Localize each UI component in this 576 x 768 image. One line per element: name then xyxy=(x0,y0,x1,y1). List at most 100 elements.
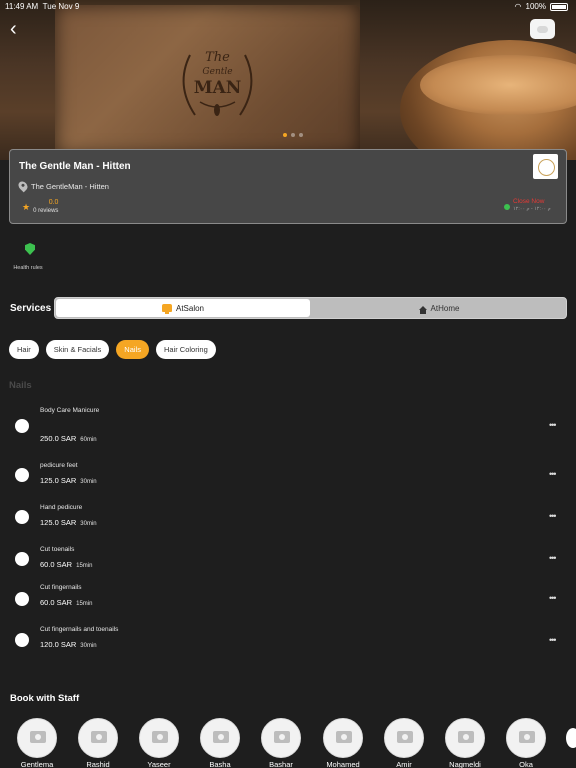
more-options-icon[interactable]: ••• xyxy=(549,511,557,521)
service-price: 125.0 SAR xyxy=(40,518,77,527)
salon-location-text: The GentleMan - Hitten xyxy=(31,181,109,191)
share-button[interactable] xyxy=(530,19,555,39)
carousel-dot[interactable] xyxy=(299,133,303,137)
status-time: 11:49 AM Tue Nov 9 xyxy=(5,2,80,11)
category-chip-hair-coloring[interactable]: Hair Coloring xyxy=(155,340,216,359)
status-hours: م ١٢:٠٠ - م ١٢:٠٠ xyxy=(513,206,551,212)
staff-name: Nagmeldi xyxy=(449,760,481,768)
status-right: ◠ 100% xyxy=(515,2,568,11)
open-status: Close Now م ١٢:٠٠ - م ١٢:٠٠ xyxy=(504,198,551,213)
camera-icon xyxy=(519,731,535,743)
avatar xyxy=(17,718,57,758)
service-price: 60.0 SAR xyxy=(40,560,73,569)
avatar xyxy=(139,718,179,758)
staff-name: Gentlema xyxy=(20,760,54,768)
gentleman-logo: The Gentle MAN xyxy=(170,40,265,125)
carousel-dots[interactable] xyxy=(283,133,303,137)
service-duration: 60min xyxy=(80,437,97,443)
logo-text-the: The xyxy=(205,50,230,65)
camera-icon xyxy=(336,731,352,743)
logo-text-man: MAN xyxy=(193,78,242,98)
service-name: Cut toenails xyxy=(40,546,75,553)
carousel-dot[interactable] xyxy=(291,133,295,137)
staff-name: Amir xyxy=(396,760,412,768)
carousel-dot[interactable] xyxy=(283,133,287,137)
service-radio[interactable] xyxy=(15,419,29,433)
category-chip-skin-facials[interactable]: Skin & Facials xyxy=(45,340,110,359)
staff-member[interactable]: Oka xyxy=(505,718,547,768)
battery-icon xyxy=(550,2,568,11)
salon-name: The Gentle Man - Hitten xyxy=(19,161,131,172)
avatar xyxy=(506,718,546,758)
service-duration: 30min xyxy=(80,521,97,527)
staff-name: Mohamed xyxy=(326,760,360,768)
health-rules[interactable]: Health rules xyxy=(11,243,49,271)
service-name: Cut fingernails and toenails xyxy=(40,626,119,633)
staff-name: Bashar xyxy=(269,760,293,768)
hero-image: The Gentle MAN xyxy=(0,0,576,160)
staff-member[interactable]: Nagmeldi xyxy=(444,718,486,768)
salon-info-card[interactable]: The Gentle Man - Hitten The GentleMan - … xyxy=(9,149,567,224)
service-price: 250.0 SAR xyxy=(40,434,77,443)
camera-icon xyxy=(213,731,229,743)
service-radio[interactable] xyxy=(15,633,29,647)
shield-icon xyxy=(25,243,35,255)
more-options-icon[interactable]: ••• xyxy=(549,469,557,479)
service-duration: 30min xyxy=(80,479,97,485)
at-salon-label: AtSalon xyxy=(175,303,205,313)
service-duration: 15min xyxy=(76,601,93,607)
salon-location[interactable]: The GentleMan - Hitten xyxy=(16,179,109,193)
services-title: Services xyxy=(10,303,52,314)
service-radio[interactable] xyxy=(15,468,29,482)
service-radio[interactable] xyxy=(15,510,29,524)
back-button[interactable]: ‹ xyxy=(10,18,28,40)
salon-rating[interactable]: ★ 0.0 0 reviews xyxy=(22,199,58,215)
status-dot-icon xyxy=(504,204,510,210)
more-options-icon[interactable]: ••• xyxy=(549,420,557,430)
section-label: Nails xyxy=(9,380,32,391)
staff-member[interactable]: Gentlema xyxy=(16,718,58,768)
service-name: Cut fingernails xyxy=(40,584,82,591)
category-chip-hair[interactable]: Hair xyxy=(9,340,39,359)
service-name: Hand pedicure xyxy=(40,504,83,511)
camera-icon xyxy=(397,731,413,743)
service-price: 125.0 SAR xyxy=(40,476,77,485)
avatar xyxy=(261,718,301,758)
staff-member[interactable]: Mohamed xyxy=(322,718,364,768)
camera-icon xyxy=(91,731,107,743)
staff-name: Yaseer xyxy=(147,760,171,768)
staff-section-title: Book with Staff xyxy=(10,693,80,704)
at-home-label: AtHome xyxy=(430,303,460,313)
staff-member[interactable]: Rashid xyxy=(77,718,119,768)
staff-name: Oka xyxy=(519,760,533,768)
more-options-icon[interactable]: ••• xyxy=(549,593,557,603)
star-icon: ★ xyxy=(22,201,31,212)
more-options-icon[interactable]: ••• xyxy=(549,553,557,563)
service-duration: 30min xyxy=(80,643,97,649)
service-radio[interactable] xyxy=(15,552,29,566)
service-location-toggle[interactable]: AtSalon AtHome xyxy=(54,297,567,319)
avatar xyxy=(384,718,424,758)
at-salon-option[interactable]: AtSalon xyxy=(56,299,310,317)
category-chip-nails[interactable]: Nails xyxy=(116,340,149,359)
review-count: 0 reviews xyxy=(33,208,59,214)
staff-member[interactable]: Basha xyxy=(199,718,241,768)
category-chips: Hair Skin & Facials Nails Hair Coloring xyxy=(9,340,216,359)
rating-value: 0.0 xyxy=(48,199,59,206)
staff-member[interactable]: Amir xyxy=(383,718,425,768)
camera-icon xyxy=(274,731,290,743)
service-radio[interactable] xyxy=(15,592,29,606)
more-options-icon[interactable]: ••• xyxy=(549,635,557,645)
status-bar: 11:49 AM Tue Nov 9 ◠ 100% xyxy=(0,0,576,12)
staff-name: Basha xyxy=(209,760,231,768)
staff-member[interactable]: Bashar xyxy=(260,718,302,768)
staff-member[interactable]: Yaseer xyxy=(138,718,180,768)
staff-member-partial[interactable] xyxy=(566,728,576,748)
avatar xyxy=(445,718,485,758)
salon-chair-icon xyxy=(161,304,172,314)
camera-icon xyxy=(458,731,474,743)
at-home-option[interactable]: AtHome xyxy=(311,298,566,318)
service-duration: 15min xyxy=(76,563,93,569)
wifi-icon: ◠ xyxy=(514,2,522,11)
service-price: 120.0 SAR xyxy=(40,640,77,649)
